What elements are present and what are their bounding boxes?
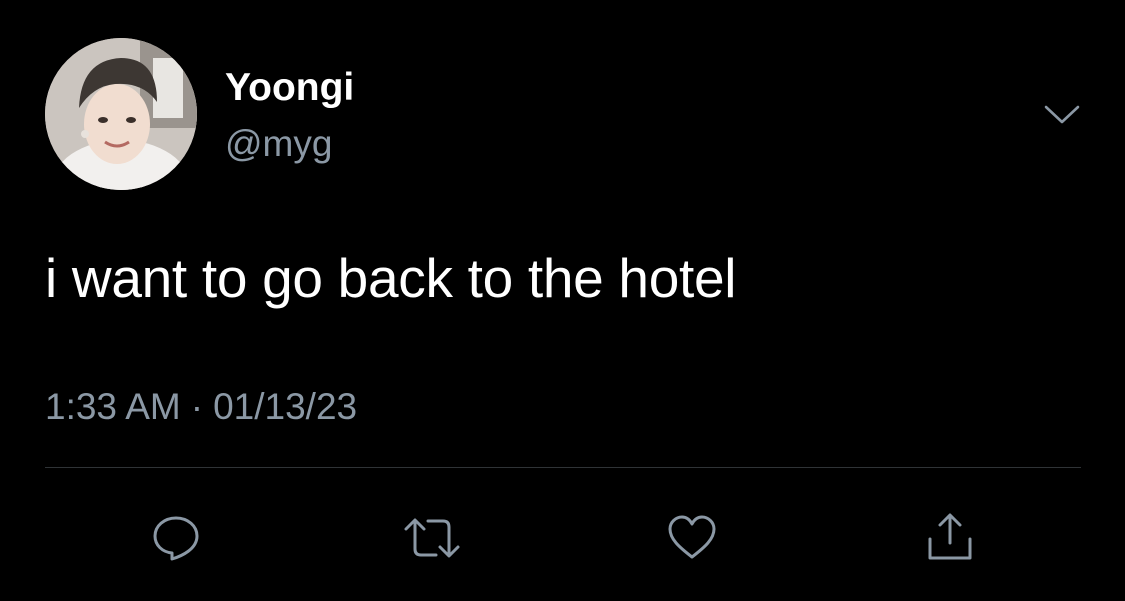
- tweet-timestamp[interactable]: 1:33 AM · 01/13/23: [45, 385, 357, 429]
- more-options-button[interactable]: [1040, 98, 1084, 132]
- avatar-photo: [45, 38, 197, 190]
- retweet-arrows-icon: [404, 518, 460, 558]
- like-button[interactable]: [662, 508, 722, 568]
- tweet-date: 01/13/23: [213, 386, 358, 427]
- reply-button[interactable]: [146, 508, 206, 568]
- tweet-card: Yoongi @myg i want to go back to the hot…: [0, 0, 1125, 601]
- meta-separator: ·: [190, 386, 204, 427]
- chevron-down-icon: [1044, 105, 1080, 124]
- tweet-time: 1:33 AM: [45, 386, 181, 427]
- heart-icon: [668, 515, 716, 559]
- avatar[interactable]: [45, 38, 197, 190]
- author-display-name[interactable]: Yoongi: [225, 66, 354, 110]
- speech-bubble-icon: [153, 516, 199, 561]
- share-button[interactable]: [920, 508, 980, 568]
- retweet-button[interactable]: [402, 508, 462, 568]
- author-handle[interactable]: @myg: [225, 123, 332, 165]
- tweet-text: i want to go back to the hotel: [45, 247, 737, 309]
- share-upload-icon: [928, 513, 972, 560]
- divider: [45, 467, 1081, 468]
